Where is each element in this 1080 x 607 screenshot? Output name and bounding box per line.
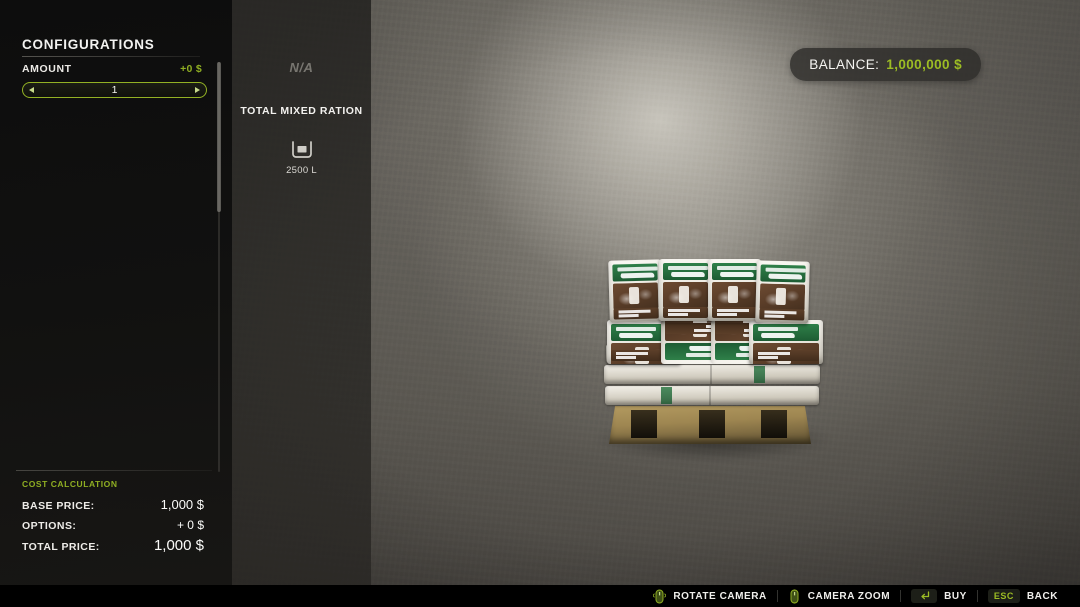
item-brand: N/A [289,60,314,75]
total-price-label: TOTAL PRICE: [22,541,100,553]
hint-camera-zoom[interactable]: CAMERA ZOOM [778,588,900,604]
hint-label-back: BACK [1026,590,1058,602]
amount-price-delta: +0 $ [180,63,202,75]
hint-buy[interactable]: BUY [901,589,977,603]
amount-label: AMOUNT [22,63,72,75]
esc-key[interactable]: ESC [987,589,1020,603]
item-detail-panel: N/A TOTAL MIXED RATION 2500 L [232,0,371,586]
base-price-label: BASE PRICE: [22,500,95,512]
cost-row-base-price: BASE PRICE: 1,000 $ [22,497,204,512]
title-divider [22,56,200,57]
balance-badge: BALANCE: 1,000,000 $ [790,48,981,81]
cost-calculation-title: COST CALCULATION [22,479,118,489]
triangle-right-icon[interactable] [195,87,200,93]
item-capacity: 2500 L [286,165,317,176]
amount-row: AMOUNT +0 $ [22,63,202,75]
hint-label-buy: BUY [944,590,967,602]
bottom-control-bar: ROTATE CAMERA CAMERA ZOOM BUY ESC BACK [0,585,1080,607]
enter-arrow-glyph [920,591,929,600]
balance-value: 1,000,000 $ [886,57,962,72]
mouse-zoom-icon [790,588,799,604]
options-value: + 0 $ [176,518,204,532]
amount-stepper[interactable]: 1 [22,82,207,98]
esc-key-label: ESC [993,591,1014,601]
item-name: TOTAL MIXED RATION [240,105,363,117]
total-price-value: 1,000 $ [153,537,204,554]
amount-value: 1 [111,84,118,96]
hint-label-rotate-camera: ROTATE CAMERA [673,590,767,602]
enter-key-icon[interactable] [911,589,938,603]
hint-rotate-camera[interactable]: ROTATE CAMERA [643,589,776,604]
hint-back[interactable]: ESC BACK [978,589,1068,603]
cost-row-options: OPTIONS: + 0 $ [22,518,204,532]
options-label: OPTIONS: [22,520,77,532]
container-capacity-icon [291,141,312,158]
panel-scrollbar-thumb[interactable] [217,62,221,212]
page-title: CONFIGURATIONS [22,37,155,52]
mouse-rotate-icon [653,589,667,603]
configurations-panel: CONFIGURATIONS AMOUNT +0 $ 1 COST CALCUL… [0,0,232,586]
shop-configuration-screen: CONFIGURATIONS AMOUNT +0 $ 1 COST CALCUL… [0,0,1080,607]
balance-label: BALANCE: [809,57,880,72]
cost-divider [16,470,212,471]
hint-label-camera-zoom: CAMERA ZOOM [807,590,891,602]
base-price-value: 1,000 $ [160,497,204,512]
cost-row-total-price: TOTAL PRICE: 1,000 $ [22,537,204,554]
